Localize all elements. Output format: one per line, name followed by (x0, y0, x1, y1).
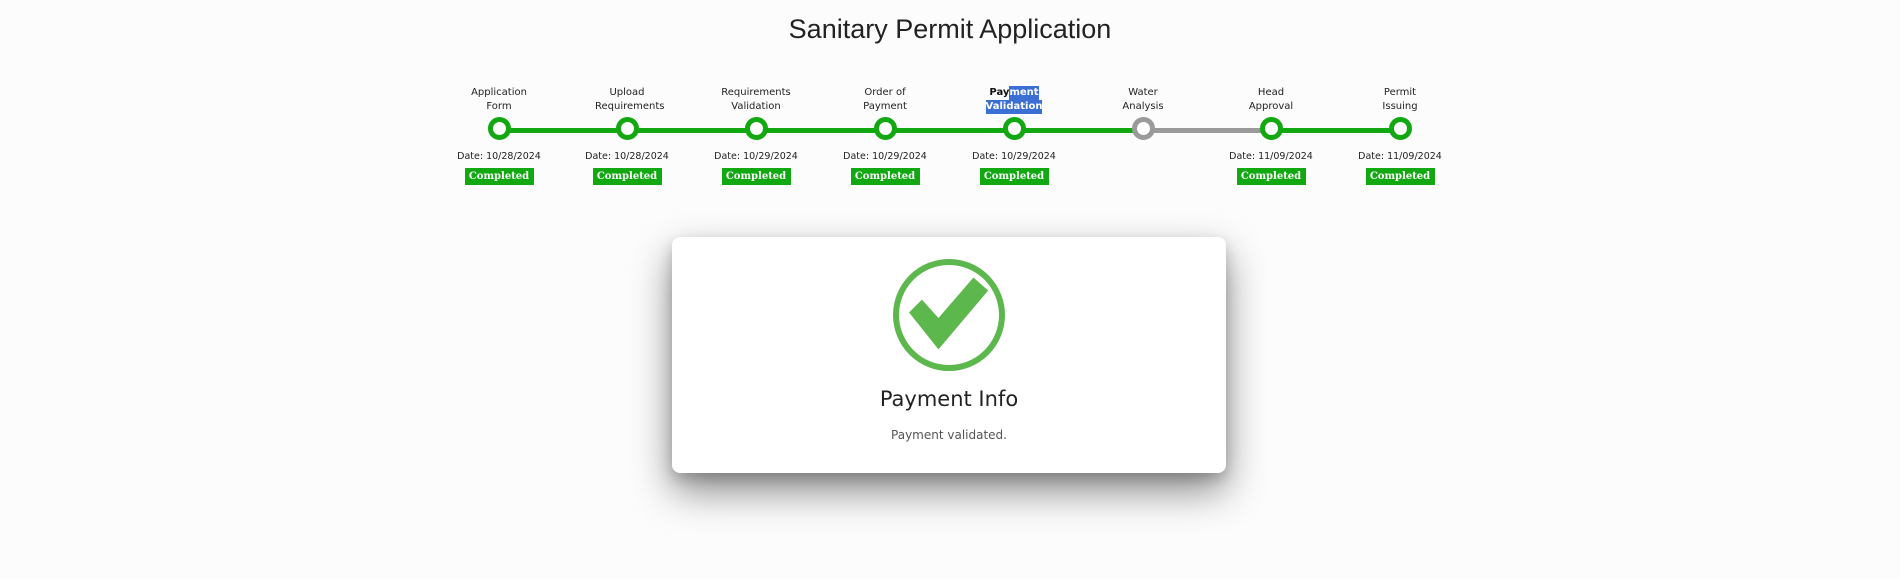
step-node-completed (615, 117, 639, 140)
step-water-analysis[interactable]: Water Analysis (1083, 86, 1203, 140)
step-date: Date: 10/29/2024 (972, 151, 1056, 162)
step-date: Date: 10/28/2024 (457, 151, 541, 162)
step-order-of-payment[interactable]: Order of Payment Date: 10/29/2024 Comple… (825, 86, 945, 185)
step-requirements-validation[interactable]: Requirements Validation Date: 10/29/2024… (696, 86, 816, 185)
step-label: Permit Issuing (1382, 87, 1418, 112)
step-node-pending (1131, 117, 1155, 140)
step-date: Date: 11/09/2024 (1358, 151, 1442, 162)
step-upload-requirements[interactable]: Upload Requirements Date: 10/28/2024 Com… (567, 86, 687, 185)
step-node-completed (744, 117, 768, 140)
step-label: Head Approval (1248, 87, 1294, 112)
step-date: Date: 10/28/2024 (585, 151, 669, 162)
step-label: Water Analysis (1122, 87, 1164, 112)
step-date: Date: 10/29/2024 (714, 151, 798, 162)
step-label-part: Pay (989, 87, 1010, 98)
step-head-approval[interactable]: Head Approval Date: 11/09/2024 Completed (1211, 86, 1331, 185)
card-message: Payment validated. (891, 428, 1007, 442)
status-badge: Completed (979, 168, 1049, 185)
step-label: Upload Requirements (595, 87, 665, 112)
step-label: Payment Validation (985, 86, 1043, 114)
step-label: Order of Payment (863, 87, 907, 112)
status-badge: Completed (1236, 168, 1306, 185)
step-application-form[interactable]: Application Form Date: 10/28/2024 Comple… (439, 86, 559, 185)
step-date: Date: 11/09/2024 (1229, 151, 1313, 162)
step-label: Application Form (471, 87, 527, 112)
status-badge: Completed (464, 168, 534, 185)
step-node-completed (1259, 117, 1283, 140)
payment-info-card: Payment Info Payment validated. (672, 237, 1226, 473)
step-label: Requirements Validation (721, 87, 791, 112)
step-node-completed (1388, 117, 1412, 140)
step-permit-issuing[interactable]: Permit Issuing Date: 11/09/2024 Complete… (1340, 86, 1460, 185)
step-date: Date: 10/29/2024 (843, 151, 927, 162)
step-payment-validation[interactable]: Payment Validation Date: 10/29/2024 Comp… (954, 86, 1074, 185)
step-node-completed (873, 117, 897, 140)
selected-text: Validation (985, 100, 1043, 114)
check-circle-icon (892, 258, 1006, 372)
step-node-completed (487, 117, 511, 140)
status-badge: Completed (850, 168, 920, 185)
status-badge: Completed (592, 168, 662, 185)
progress-tracker: Application Form Date: 10/28/2024 Comple… (0, 0, 1900, 200)
selected-text: ment (1009, 86, 1039, 100)
status-badge: Completed (721, 168, 791, 185)
step-node-completed (1002, 117, 1026, 140)
status-badge: Completed (1365, 168, 1435, 185)
card-title: Payment Info (879, 387, 1019, 411)
